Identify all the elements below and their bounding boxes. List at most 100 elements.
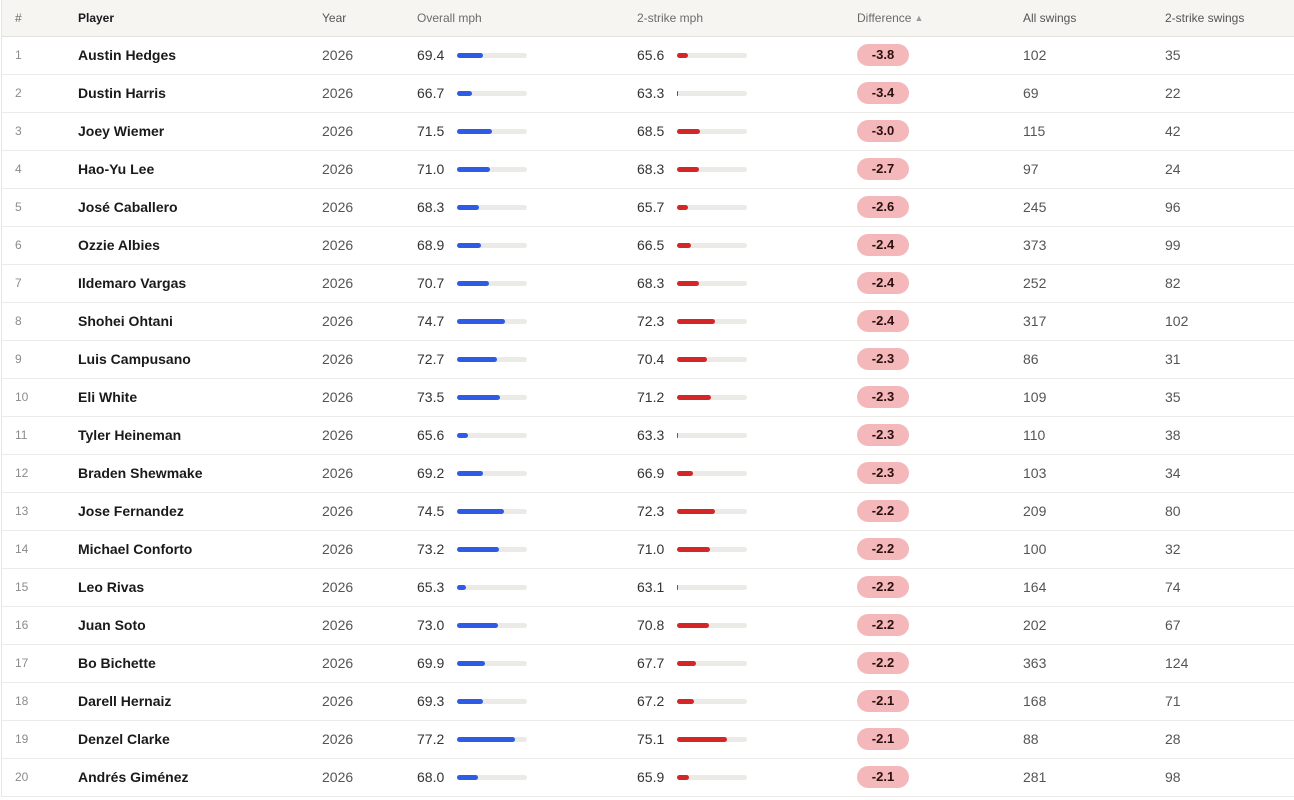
overall-mph-bar-track [457, 394, 527, 400]
player-name[interactable]: Jose Fernandez [78, 492, 322, 530]
player-name[interactable]: Ozzie Albies [78, 226, 322, 264]
two-strike-swings-cell: 82 [1165, 275, 1181, 291]
player-name[interactable]: Michael Conforto [78, 530, 322, 568]
overall-mph-bar [457, 204, 479, 210]
overall-mph-bar [457, 356, 497, 362]
rank-cell: 15 [15, 580, 29, 594]
overall-mph-bar [457, 736, 516, 742]
table-row[interactable]: 7 Ildemaro Vargas 2026 70.7 68.3 -2.4 252 82 [2, 264, 1294, 302]
swing-speed-table-container: # Player Year Overall mph 2-strike mph D… [1, 0, 1294, 797]
col-all-swings-header[interactable]: All swings [1023, 0, 1165, 36]
table-row[interactable]: 6 Ozzie Albies 2026 68.9 66.5 -2.4 373 99 [2, 226, 1294, 264]
table-row[interactable]: 17 Bo Bichette 2026 69.9 67.7 -2.2 363 124 [2, 644, 1294, 682]
table-row[interactable]: 11 Tyler Heineman 2026 65.6 63.3 -2.3 110 38 [2, 416, 1294, 454]
overall-mph-value: 69.9 [417, 655, 445, 671]
col-player-header[interactable]: Player [78, 0, 322, 36]
table-row[interactable]: 19 Denzel Clarke 2026 77.2 75.1 -2.1 88 28 [2, 720, 1294, 758]
overall-mph-bar-track [457, 356, 527, 362]
all-swings-cell: 202 [1023, 617, 1047, 633]
table-row[interactable]: 18 Darell Hernaiz 2026 69.3 67.2 -2.1 168 71 [2, 682, 1294, 720]
two-strike-swings-cell: 38 [1165, 427, 1181, 443]
year-cell: 2026 [322, 237, 354, 253]
player-name[interactable]: Eli White [78, 378, 322, 416]
difference-cell: -2.4 [857, 264, 1023, 302]
two-strike-mph-bar [677, 280, 699, 286]
player-name[interactable]: Leo Rivas [78, 568, 322, 606]
player-name[interactable]: Juan Soto [78, 606, 322, 644]
overall-mph-value: 73.0 [417, 617, 445, 633]
table-row[interactable]: 14 Michael Conforto 2026 73.2 71.0 -2.2 100 32 [2, 530, 1294, 568]
rank-cell: 1 [15, 48, 22, 62]
col-two-strike-mph-header[interactable]: 2-strike mph [637, 0, 857, 36]
col-year-header[interactable]: Year [322, 0, 417, 36]
player-name[interactable]: Austin Hedges [78, 36, 322, 74]
table-row[interactable]: 12 Braden Shewmake 2026 69.2 66.9 -2.3 103 34 [2, 454, 1294, 492]
two-strike-swings-cell: 80 [1165, 503, 1181, 519]
player-name[interactable]: Ildemaro Vargas [78, 264, 322, 302]
two-strike-mph-value: 66.9 [637, 465, 665, 481]
table-row[interactable]: 9 Luis Campusano 2026 72.7 70.4 -2.3 86 31 [2, 340, 1294, 378]
player-name[interactable]: Braden Shewmake [78, 454, 322, 492]
player-name[interactable]: José Caballero [78, 188, 322, 226]
table-row[interactable]: 10 Eli White 2026 73.5 71.2 -2.3 109 35 [2, 378, 1294, 416]
two-strike-mph-bar [677, 204, 689, 210]
difference-cell: -3.8 [857, 36, 1023, 74]
col-overall-mph-header[interactable]: Overall mph [417, 0, 637, 36]
player-name[interactable]: Darell Hernaiz [78, 682, 322, 720]
player-name[interactable]: Hao-Yu Lee [78, 150, 322, 188]
year-cell: 2026 [322, 351, 354, 367]
col-rank-header[interactable]: # [2, 0, 78, 36]
sort-ascending-icon: ▲ [914, 12, 924, 23]
overall-mph-bar [457, 508, 505, 514]
all-swings-cell: 109 [1023, 389, 1047, 405]
player-name[interactable]: Joey Wiemer [78, 112, 322, 150]
table-row[interactable]: 3 Joey Wiemer 2026 71.5 68.5 -3.0 115 42 [2, 112, 1294, 150]
rank-cell: 17 [15, 656, 29, 670]
two-strike-mph-bar-track [677, 280, 747, 286]
col-difference-header[interactable]: Difference ▲ [857, 0, 1023, 36]
player-name[interactable]: Denzel Clarke [78, 720, 322, 758]
two-strike-mph-value: 68.3 [637, 161, 665, 177]
two-strike-mph-bar [677, 546, 710, 552]
table-row[interactable]: 16 Juan Soto 2026 73.0 70.8 -2.2 202 67 [2, 606, 1294, 644]
table-row[interactable]: 5 José Caballero 2026 68.3 65.7 -2.6 245 96 [2, 188, 1294, 226]
two-strike-mph-value: 68.5 [637, 123, 665, 139]
overall-mph-bar [457, 90, 473, 96]
two-strike-mph-bar [677, 128, 700, 134]
player-name[interactable]: Andrés Giménez [78, 758, 322, 796]
difference-badge: -2.1 [857, 766, 909, 788]
player-name[interactable]: Luis Campusano [78, 340, 322, 378]
overall-mph-cell: 69.3 [417, 682, 637, 720]
two-strike-mph-cell: 71.2 [637, 378, 857, 416]
table-row[interactable]: 8 Shohei Ohtani 2026 74.7 72.3 -2.4 317 102 [2, 302, 1294, 340]
difference-cell: -2.3 [857, 454, 1023, 492]
player-name[interactable]: Dustin Harris [78, 74, 322, 112]
difference-cell: -2.3 [857, 340, 1023, 378]
all-swings-cell: 86 [1023, 351, 1039, 367]
overall-mph-value: 68.9 [417, 237, 445, 253]
table-row[interactable]: 15 Leo Rivas 2026 65.3 63.1 -2.2 164 74 [2, 568, 1294, 606]
player-name[interactable]: Tyler Heineman [78, 416, 322, 454]
two-strike-mph-bar [677, 508, 716, 514]
difference-badge: -3.0 [857, 120, 909, 142]
overall-mph-cell: 69.9 [417, 644, 637, 682]
table-row[interactable]: 4 Hao-Yu Lee 2026 71.0 68.3 -2.7 97 24 [2, 150, 1294, 188]
overall-mph-bar-track [457, 90, 527, 96]
rank-cell: 14 [15, 542, 29, 556]
player-name[interactable]: Shohei Ohtani [78, 302, 322, 340]
overall-mph-value: 69.2 [417, 465, 445, 481]
difference-cell: -2.2 [857, 492, 1023, 530]
year-cell: 2026 [322, 123, 354, 139]
two-strike-swings-cell: 35 [1165, 47, 1181, 63]
two-strike-swings-cell: 74 [1165, 579, 1181, 595]
two-strike-mph-cell: 68.3 [637, 150, 857, 188]
player-name[interactable]: Bo Bichette [78, 644, 322, 682]
overall-mph-bar-track [457, 470, 527, 476]
table-row[interactable]: 13 Jose Fernandez 2026 74.5 72.3 -2.2 209 80 [2, 492, 1294, 530]
col-two-strike-swings-header[interactable]: 2-strike swings [1165, 0, 1294, 36]
table-row[interactable]: 20 Andrés Giménez 2026 68.0 65.9 -2.1 281 98 [2, 758, 1294, 796]
table-row[interactable]: 1 Austin Hedges 2026 69.4 65.6 -3.8 102 35 [2, 36, 1294, 74]
table-row[interactable]: 2 Dustin Harris 2026 66.7 63.3 -3.4 69 22 [2, 74, 1294, 112]
two-strike-mph-bar [677, 394, 711, 400]
two-strike-mph-bar [677, 698, 695, 704]
